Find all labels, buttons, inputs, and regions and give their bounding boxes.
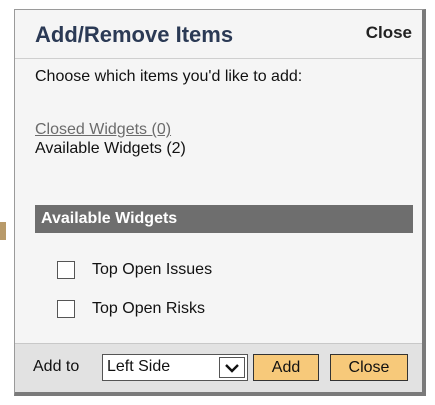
widget-row-top-open-risks[interactable]: Top Open Risks bbox=[57, 297, 205, 321]
widget-row-top-open-issues[interactable]: Top Open Issues bbox=[57, 258, 212, 282]
widget-label: Top Open Risks bbox=[92, 300, 205, 317]
closed-widgets-link[interactable]: Closed Widgets (0) bbox=[35, 121, 171, 139]
page: Add/Remove Items Close Choose which item… bbox=[0, 0, 435, 405]
add-to-select[interactable]: Left Side bbox=[102, 354, 248, 381]
close-button[interactable]: Close bbox=[330, 354, 408, 381]
add-button[interactable]: Add bbox=[253, 354, 319, 381]
dialog-footer: Add to Left Side Add Close bbox=[15, 343, 422, 392]
available-widgets-section-header: Available Widgets bbox=[35, 205, 413, 233]
dialog-header: Add/Remove Items Close bbox=[15, 10, 422, 59]
top-open-issues-checkbox[interactable] bbox=[57, 261, 75, 279]
instruction-text: Choose which items you'd like to add: bbox=[35, 68, 303, 85]
dialog-title: Add/Remove Items bbox=[35, 22, 234, 47]
chevron-down-icon[interactable] bbox=[219, 357, 245, 378]
header-close-link[interactable]: Close bbox=[366, 23, 412, 43]
background-edge-mark bbox=[0, 222, 6, 240]
add-remove-items-dialog: Add/Remove Items Close Choose which item… bbox=[14, 9, 426, 396]
add-to-select-value: Left Side bbox=[107, 358, 171, 375]
top-open-risks-checkbox[interactable] bbox=[57, 300, 75, 318]
available-widgets-count: Available Widgets (2) bbox=[35, 140, 186, 157]
widget-label: Top Open Issues bbox=[92, 261, 213, 278]
add-to-label: Add to bbox=[33, 358, 80, 375]
